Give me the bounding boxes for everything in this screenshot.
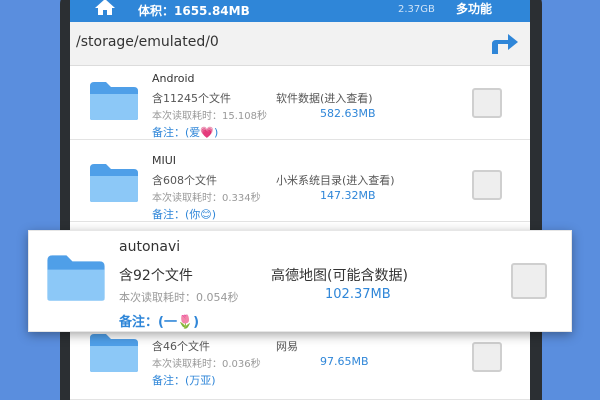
read-time: 本次读取耗时：0.054秒 (119, 291, 239, 304)
read-time: 本次读取耗时：0.036秒 (152, 359, 261, 370)
current-path: /storage/emulated/0 (76, 34, 219, 50)
folder-size: 582.63MB (320, 107, 376, 120)
folder-name: Android (152, 72, 195, 85)
folder-note: 备注：(你😊) (152, 208, 217, 221)
folder-note: 备注：(一🌷) (119, 315, 200, 330)
path-bar: /storage/emulated/0 (70, 22, 530, 66)
folder-icon (88, 162, 140, 208)
file-count: 含11245个文件 (152, 92, 231, 105)
file-count: 含46个文件 (152, 340, 210, 353)
select-checkbox[interactable] (511, 263, 547, 299)
read-time: 本次读取耗时：0.334秒 (152, 193, 261, 204)
list-item[interactable]: MIUI 含608个文件 小米系统目录(进入查看) 本次读取耗时：0.334秒 … (70, 148, 530, 222)
folder-size: 102.37MB (325, 287, 391, 302)
folder-size: 97.65MB (320, 355, 369, 368)
folder-name: autonavi (119, 239, 181, 255)
folder-icon (88, 80, 140, 126)
folder-note: 备注：(万亚) (152, 374, 216, 387)
volume-label: 体积：1655.84MB (138, 4, 250, 18)
folder-icon (45, 253, 107, 307)
more-functions-button[interactable]: 多功能 (456, 0, 492, 17)
home-icon[interactable] (94, 0, 116, 20)
folder-note: 备注：(爱💗) (152, 126, 219, 139)
select-checkbox[interactable] (472, 88, 502, 118)
file-count: 含608个文件 (152, 174, 217, 187)
select-checkbox[interactable] (472, 342, 502, 372)
list-item[interactable]: Android 含11245个文件 软件数据(进入查看) 本次读取耗时：15.1… (70, 66, 530, 140)
select-checkbox[interactable] (472, 170, 502, 200)
folder-description[interactable]: 高德地图(可能含数据) (271, 265, 408, 285)
folder-description[interactable]: 软件数据(进入查看) (276, 90, 373, 106)
folder-name: MIUI (152, 154, 177, 167)
folder-icon (88, 332, 140, 378)
highlighted-list-item[interactable]: autonavi 含92个文件 高德地图(可能含数据) 本次读取耗时：0.054… (28, 230, 572, 332)
app-screen: 体积：1655.84MB 2.37GB 多功能 /storage/emulate… (70, 0, 530, 400)
folder-size: 147.32MB (320, 189, 376, 202)
up-arrow-icon[interactable] (486, 28, 520, 62)
folder-description[interactable]: 网易 (276, 338, 298, 354)
read-time: 本次读取耗时：15.108秒 (152, 111, 267, 122)
free-space-label: 2.37GB (398, 4, 435, 15)
file-count: 含92个文件 (119, 268, 193, 284)
folder-description[interactable]: 小米系统目录(进入查看) (276, 172, 395, 188)
top-bar: 体积：1655.84MB 2.37GB 多功能 (70, 0, 530, 22)
